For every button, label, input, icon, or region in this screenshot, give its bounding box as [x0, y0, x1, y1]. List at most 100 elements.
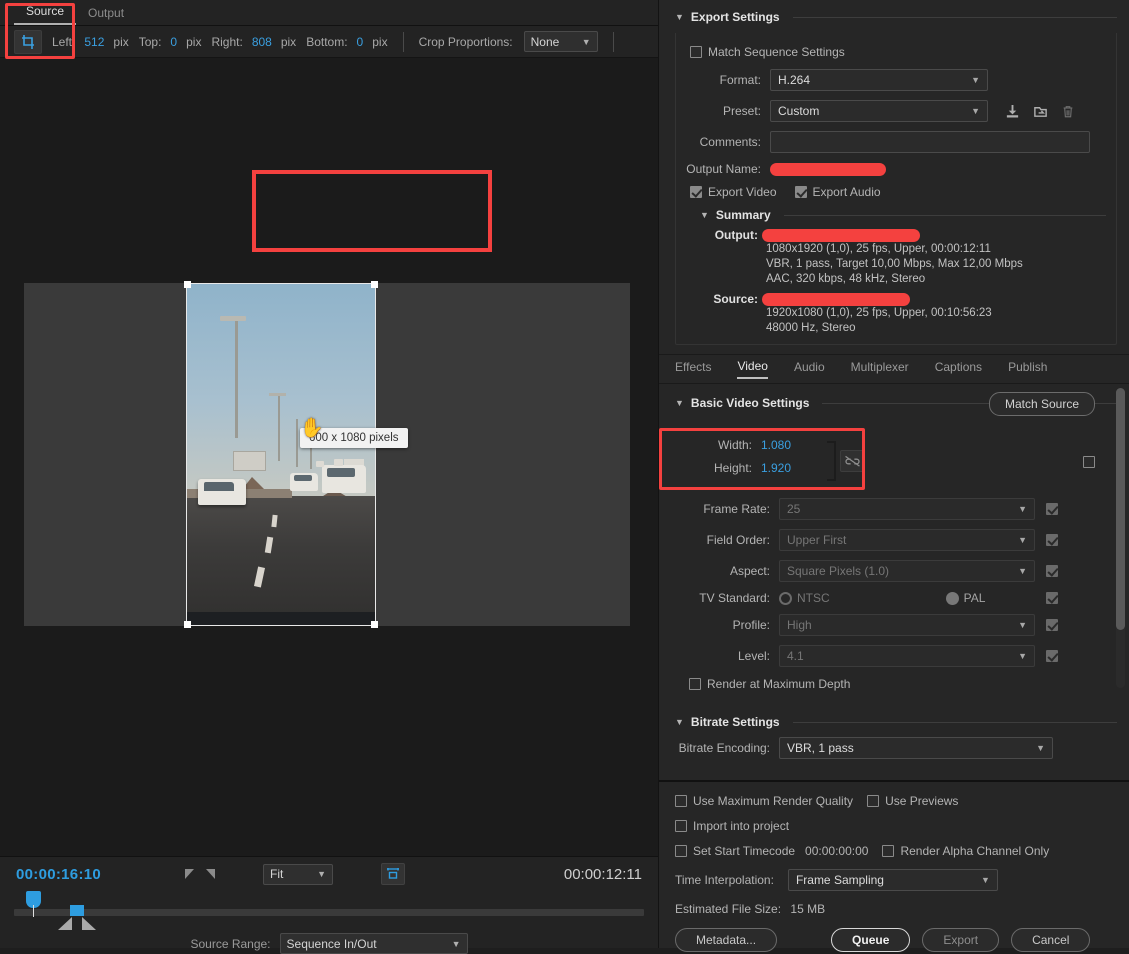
field-order-select[interactable]: Upper First ▼	[779, 529, 1035, 551]
level-checkbox[interactable]	[1046, 650, 1058, 662]
field-order-value: Upper First	[787, 533, 847, 547]
crop-bottom-value[interactable]: 0	[357, 35, 364, 49]
render-alpha-row[interactable]: Render Alpha Channel Only	[882, 844, 1049, 858]
chevron-down-icon: ▼	[581, 36, 591, 47]
export-video-row[interactable]: Export Video	[690, 185, 777, 199]
comments-input[interactable]	[770, 131, 1090, 153]
tab-source[interactable]: Source	[14, 0, 77, 25]
scrub-track[interactable]	[14, 909, 644, 916]
export-video-checkbox[interactable]	[690, 186, 702, 198]
export-audio-checkbox[interactable]	[794, 186, 807, 198]
import-project-row[interactable]: Import into project	[675, 819, 1114, 833]
video-canvas	[24, 281, 630, 628]
height-value[interactable]: 1.920	[761, 461, 791, 475]
time-interp-select[interactable]: Frame Sampling ▼	[787, 869, 998, 891]
metadata-button[interactable]: Metadata...	[675, 928, 778, 952]
tab-publish[interactable]: Publish	[1008, 360, 1047, 378]
set-timecode-row[interactable]: Set Start Timecode 00:00:00:00	[675, 844, 868, 858]
est-size-label: Estimated File Size:	[675, 902, 782, 916]
source-range-select[interactable]: Sequence In/Out ▼	[279, 933, 468, 954]
set-out-point-icon[interactable]	[206, 869, 216, 879]
aspect-checkbox[interactable]	[1046, 565, 1058, 577]
use-max-render-checkbox[interactable]	[675, 795, 687, 807]
render-alpha-checkbox[interactable]	[882, 845, 895, 857]
video-preview-area[interactable]: ✋ 600 x 1080 pixels	[0, 58, 658, 856]
profile-checkbox[interactable]	[1046, 619, 1058, 631]
tab-audio[interactable]: Audio	[794, 360, 825, 378]
import-project-checkbox[interactable]	[675, 820, 687, 832]
match-source-button[interactable]: Match Source	[988, 392, 1095, 416]
output-name-row: Output Name:	[684, 162, 1106, 176]
out-point-handle[interactable]	[82, 917, 96, 930]
use-max-render-row[interactable]: Use Maximum Render Quality	[675, 794, 853, 808]
chevron-down-icon[interactable]: ▼	[675, 398, 684, 408]
scrollbar-thumb[interactable]	[1116, 388, 1125, 630]
zoom-level-select[interactable]: Fit ▼	[263, 863, 334, 885]
import-preset-icon[interactable]	[1030, 101, 1050, 121]
chevron-down-icon[interactable]: ▼	[700, 210, 709, 220]
video-settings-scrollbar[interactable]	[1116, 388, 1125, 688]
field-order-checkbox[interactable]	[1046, 534, 1058, 546]
format-select[interactable]: H.264 ▼	[770, 69, 988, 91]
tab-effects[interactable]: Effects	[675, 360, 711, 378]
crop-icon[interactable]	[14, 29, 42, 54]
tv-standard-row: TV Standard: NTSC PAL	[675, 591, 1117, 605]
set-in-point-icon[interactable]	[185, 869, 195, 879]
summary-output-line-1: 1080x1920 (1,0), 25 fps, Upper, 00:00:12…	[766, 243, 991, 255]
broken-link-icon[interactable]	[840, 450, 864, 472]
use-previews-row[interactable]: Use Previews	[867, 794, 958, 808]
export-button[interactable]: Export	[922, 928, 1000, 952]
work-area-block[interactable]	[70, 905, 84, 916]
export-category-tabs: Effects Video Audio Multiplexer Captions…	[659, 354, 1129, 384]
tv-standard-checkbox[interactable]	[1046, 592, 1058, 604]
crop-proportions-select[interactable]: None ▼	[523, 31, 598, 52]
tab-captions[interactable]: Captions	[935, 360, 982, 378]
frame-rate-select[interactable]: 25 ▼	[779, 498, 1035, 520]
set-timecode-checkbox[interactable]	[675, 845, 687, 857]
render-max-depth-checkbox[interactable]	[689, 678, 701, 690]
crop-top-value[interactable]: 0	[170, 35, 177, 49]
frame-rate-row: Frame Rate: 25 ▼	[675, 498, 1117, 520]
chevron-down-icon[interactable]: ▼	[675, 12, 684, 22]
export-audio-row[interactable]: Export Audio	[794, 185, 881, 199]
safe-margins-icon[interactable]	[381, 863, 406, 885]
queue-button[interactable]: Queue	[831, 928, 911, 952]
pal-radio[interactable]	[945, 591, 959, 605]
video-settings-scroll[interactable]: ▼ Basic Video Settings Match Source Widt…	[659, 384, 1129, 776]
ntsc-radio[interactable]	[779, 591, 792, 605]
aspect-value: Square Pixels (1.0)	[787, 564, 890, 578]
aspect-select[interactable]: Square Pixels (1.0) ▼	[779, 560, 1035, 582]
in-point-handle[interactable]	[58, 917, 72, 930]
profile-select[interactable]: High ▼	[779, 614, 1035, 636]
cancel-button[interactable]: Cancel	[1011, 928, 1091, 952]
bitrate-encoding-select[interactable]: VBR, 1 pass ▼	[779, 737, 1053, 759]
use-previews-checkbox[interactable]	[867, 795, 880, 807]
tab-output[interactable]: Output	[76, 2, 136, 25]
playhead-marker[interactable]	[26, 891, 41, 917]
width-height-checkbox[interactable]	[1083, 456, 1095, 468]
current-timecode[interactable]: 00:00:16:10	[16, 866, 101, 883]
chevron-down-icon: ▼	[1018, 566, 1027, 576]
preset-select[interactable]: Custom ▼	[770, 100, 988, 122]
delete-preset-icon[interactable]	[1058, 101, 1078, 121]
width-value[interactable]: 1.080	[761, 438, 791, 452]
tab-multiplexer[interactable]: Multiplexer	[851, 360, 909, 378]
field-order-label: Field Order:	[706, 533, 770, 547]
source-range-value: Sequence In/Out	[286, 936, 377, 951]
level-select[interactable]: 4.1 ▼	[779, 645, 1035, 667]
match-sequence-row[interactable]: Match Sequence Settings	[690, 45, 1106, 59]
render-alpha-label: Render Alpha Channel Only	[900, 844, 1050, 858]
timecode-value[interactable]: 00:00:00:00	[805, 844, 868, 858]
frame-rate-checkbox[interactable]	[1046, 503, 1058, 515]
bitrate-encoding-row: Bitrate Encoding: VBR, 1 pass ▼	[675, 737, 1117, 759]
chevron-down-icon[interactable]: ▼	[675, 717, 684, 727]
match-sequence-checkbox[interactable]	[690, 46, 702, 58]
scrubber-zone[interactable]	[14, 891, 644, 930]
crop-right-value[interactable]: 808	[252, 35, 272, 49]
est-size-value: 15 MB	[790, 902, 826, 916]
save-preset-icon[interactable]	[1002, 101, 1022, 121]
output-name-redacted[interactable]	[770, 162, 886, 176]
crop-left-value[interactable]: 512	[84, 35, 104, 49]
render-max-depth-row[interactable]: Render at Maximum Depth	[689, 677, 1117, 691]
tab-video[interactable]: Video	[737, 359, 768, 379]
